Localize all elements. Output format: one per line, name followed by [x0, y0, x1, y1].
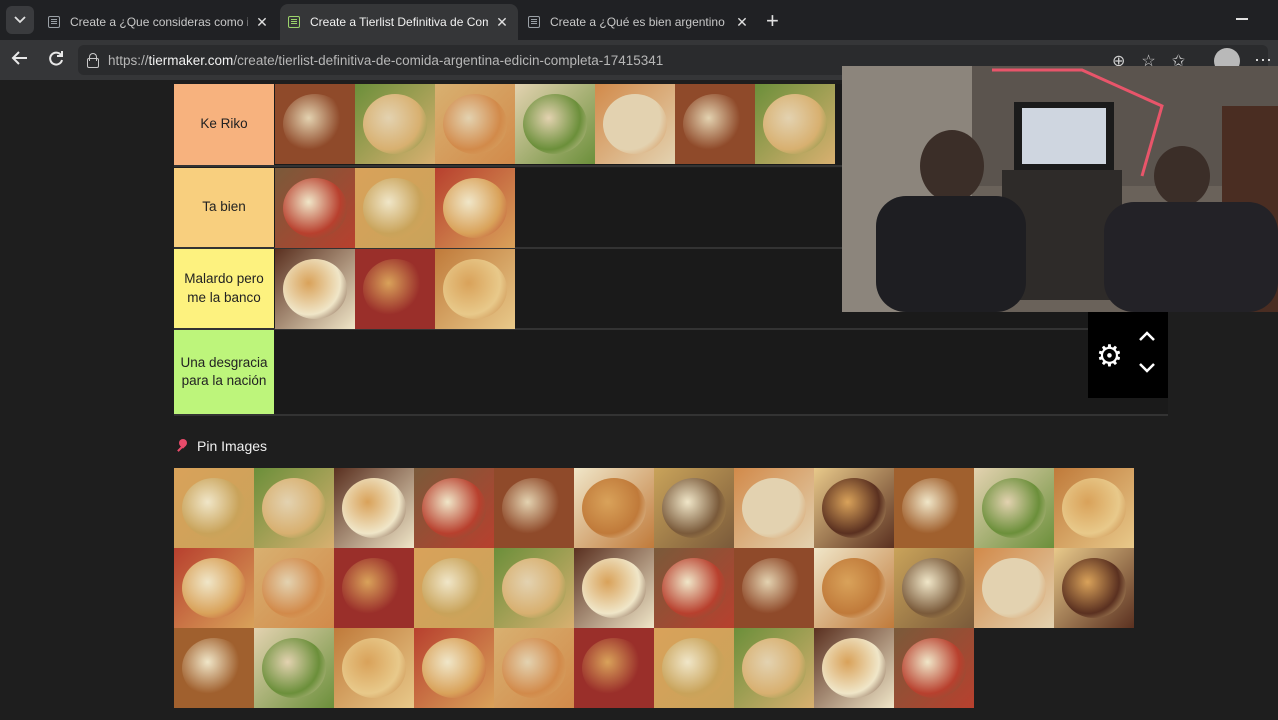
food-image-thumbnail[interactable] [174, 548, 254, 628]
food-image-thumbnail[interactable] [515, 84, 595, 164]
food-image-thumbnail[interactable] [355, 249, 435, 329]
webcam-feed-image [842, 66, 1278, 312]
food-image-thumbnail[interactable] [494, 468, 574, 548]
food-image-thumbnail[interactable] [654, 468, 734, 548]
food-image-thumbnail[interactable] [654, 628, 734, 708]
lock-icon[interactable] [86, 53, 99, 68]
chevron-down-icon [14, 16, 26, 24]
food-image-thumbnail[interactable] [174, 468, 254, 548]
tab-2[interactable]: Create a ¿Qué es bien argentino y ✕ [520, 4, 758, 40]
minimize-window-icon[interactable] [1236, 18, 1248, 20]
food-image-thumbnail[interactable] [755, 84, 835, 164]
food-image-thumbnail[interactable] [414, 548, 494, 628]
food-image-thumbnail[interactable] [355, 84, 435, 164]
url-domain: tiermaker.com [148, 52, 234, 68]
food-image-thumbnail[interactable] [814, 628, 894, 708]
food-image-thumbnail[interactable] [894, 628, 974, 708]
page-favicon-icon [48, 16, 60, 28]
page-favicon-icon [528, 16, 540, 28]
food-image-thumbnail[interactable] [574, 628, 654, 708]
webcam-overlay [842, 66, 1278, 312]
food-image-thumbnail[interactable] [974, 468, 1054, 548]
food-image-thumbnail[interactable] [734, 468, 814, 548]
food-image-thumbnail[interactable] [734, 628, 814, 708]
food-image-thumbnail[interactable] [814, 548, 894, 628]
gear-icon[interactable]: ⚙ [1096, 339, 1123, 374]
pin-images-label: Pin Images [197, 438, 268, 454]
chevron-down-icon[interactable] [1138, 358, 1156, 379]
food-image-thumbnail[interactable] [254, 628, 334, 708]
food-image-thumbnail[interactable] [435, 168, 515, 248]
food-image-thumbnail[interactable] [275, 168, 355, 248]
food-image-thumbnail[interactable] [334, 468, 414, 548]
food-image-thumbnail[interactable] [574, 468, 654, 548]
food-image-thumbnail[interactable] [494, 548, 574, 628]
food-image-thumbnail[interactable] [334, 628, 414, 708]
tier-items [275, 84, 835, 165]
food-image-thumbnail[interactable] [894, 548, 974, 628]
image-pool [174, 468, 1134, 708]
reload-icon[interactable] [45, 50, 67, 73]
url-prefix: https:// [108, 52, 149, 68]
tier-row-controls: ⚙ [1088, 312, 1168, 398]
food-image-thumbnail[interactable] [494, 628, 574, 708]
tier-row-3: Una desgracia para la nación [174, 330, 1168, 416]
tab-title: Create a Tierlist Definitiva de Com [310, 15, 488, 29]
tier-items [275, 249, 515, 329]
food-image-thumbnail[interactable] [254, 468, 334, 548]
tab-title: Create a ¿Que consideras como im [70, 15, 248, 29]
food-image-thumbnail[interactable] [574, 548, 654, 628]
back-arrow-icon[interactable] [9, 50, 31, 71]
food-image-thumbnail[interactable] [254, 548, 334, 628]
food-image-thumbnail[interactable] [414, 468, 494, 548]
food-image-thumbnail[interactable] [275, 249, 355, 329]
url-path: /create/tierlist-definitiva-de-comida-ar… [233, 52, 664, 68]
tab-0[interactable]: Create a ¿Que consideras como im ✕ [40, 4, 278, 40]
chevron-up-icon[interactable] [1138, 326, 1156, 347]
food-image-thumbnail[interactable] [814, 468, 894, 548]
browser-tab-strip: Create a ¿Que consideras como im ✕ Creat… [0, 0, 1278, 40]
food-image-thumbnail[interactable] [654, 548, 734, 628]
tab-title: Create a ¿Qué es bien argentino y [550, 15, 728, 29]
food-image-thumbnail[interactable] [1054, 468, 1134, 548]
food-image-thumbnail[interactable] [334, 548, 414, 628]
food-image-thumbnail[interactable] [734, 548, 814, 628]
pin-images-toggle[interactable]: Pin Images [175, 438, 267, 454]
food-image-thumbnail[interactable] [1054, 548, 1134, 628]
tier-label[interactable]: Malardo pero me la banco [174, 249, 274, 328]
food-image-thumbnail[interactable] [675, 84, 755, 164]
food-image-thumbnail[interactable] [275, 84, 355, 164]
close-icon[interactable]: ✕ [494, 14, 510, 31]
food-image-thumbnail[interactable] [355, 168, 435, 248]
food-image-thumbnail[interactable] [595, 84, 675, 164]
page-favicon-icon [288, 16, 300, 28]
food-image-thumbnail[interactable] [435, 249, 515, 329]
close-icon[interactable]: ✕ [734, 14, 750, 31]
tab-actions-button[interactable] [6, 6, 34, 34]
pin-icon [175, 439, 189, 453]
tier-label[interactable]: Ta bien [174, 168, 274, 247]
tab-1-active[interactable]: Create a Tierlist Definitiva de Com ✕ [280, 4, 518, 40]
tier-items [275, 168, 515, 248]
food-image-thumbnail[interactable] [174, 628, 254, 708]
close-icon[interactable]: ✕ [254, 14, 270, 31]
new-tab-plus-icon[interactable]: + [766, 8, 779, 34]
food-image-thumbnail[interactable] [435, 84, 515, 164]
food-image-thumbnail[interactable] [894, 468, 974, 548]
food-image-thumbnail[interactable] [414, 628, 494, 708]
food-image-thumbnail[interactable] [974, 548, 1054, 628]
tier-label[interactable]: Ke Riko [174, 84, 274, 165]
tier-label[interactable]: Una desgracia para la nación [174, 330, 274, 414]
